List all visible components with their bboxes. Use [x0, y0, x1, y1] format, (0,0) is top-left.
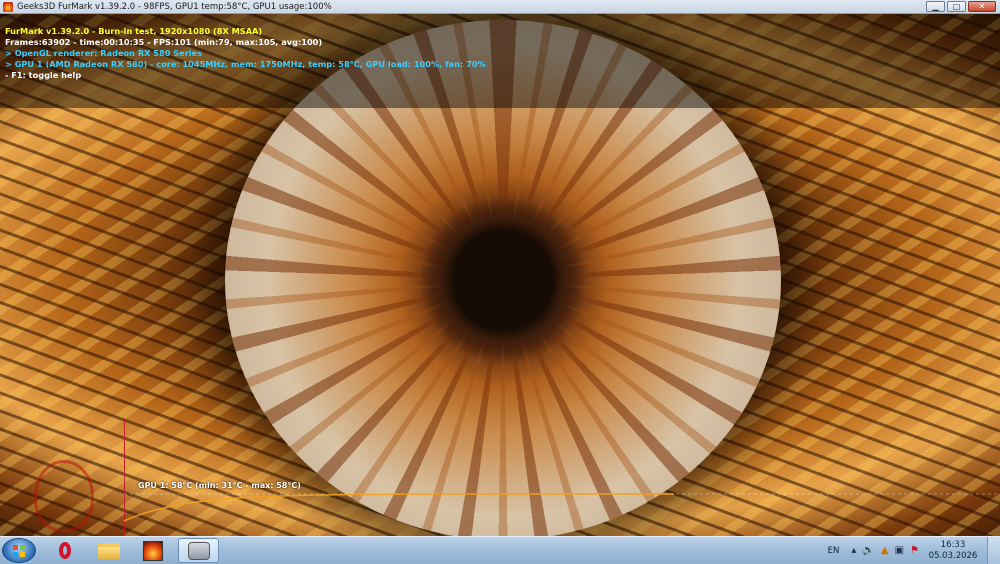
arrow-up-icon[interactable]: ▴ — [851, 545, 856, 556]
network-icon[interactable]: ▣ — [895, 545, 904, 556]
gpu-icon — [187, 541, 210, 560]
osd-line-title: FurMark v1.39.2.0 - Burn-in test, 1920x1… — [5, 26, 263, 36]
show-desktop-button[interactable] — [987, 537, 1000, 564]
window-controls: ▁ □ ✕ — [926, 1, 996, 12]
window-titlebar[interactable]: Geeks3D FurMark v1.39.2.0 - 98FPS, GPU1 … — [0, 0, 1000, 14]
furmark-icon — [142, 540, 163, 561]
clock[interactable]: 16:33 05.03.2026 — [925, 540, 981, 562]
start-button[interactable] — [2, 538, 36, 563]
taskbar: EN ▴ 🔈 ▲ ▣ ⚑ 16:33 05.03.2026 — [0, 536, 1000, 564]
window-title: Geeks3D FurMark v1.39.2.0 - 98FPS, GPU1 … — [17, 1, 332, 12]
minimize-button[interactable]: ▁ — [926, 1, 945, 12]
taskbar-app-furmark[interactable] — [132, 538, 173, 563]
osd-line-frames: Frames:63902 - time:00:10:35 - FPS:101 (… — [5, 37, 323, 47]
windows-logo-icon — [13, 545, 25, 557]
furmark-app-icon — [3, 1, 13, 12]
folder-icon — [97, 542, 120, 559]
volume-icon[interactable]: 🔈 — [862, 545, 874, 556]
opera-icon — [58, 542, 71, 559]
temperature-graph: GPU 1: 58°C (min: 31°C - max: 58°C) — [124, 420, 1000, 536]
clock-time: 16:33 — [940, 539, 966, 550]
taskbar-app-gpu-tool[interactable] — [178, 538, 219, 563]
osd-panel: FurMark v1.39.2.0 - Burn-in test, 1920x1… — [0, 14, 1000, 108]
language-indicator[interactable]: EN — [828, 546, 840, 556]
warning-icon[interactable]: ▲ — [881, 545, 889, 556]
taskbar-app-explorer[interactable] — [88, 538, 129, 563]
taskbar-app-opera[interactable] — [44, 538, 85, 563]
flag-icon[interactable]: ⚑ — [910, 545, 919, 556]
graph-label: GPU 1: 58°C (min: 31°C - max: 58°C) — [138, 481, 301, 490]
osd-line-help: - F1: toggle help — [5, 70, 82, 80]
furmark-watermark-logo — [34, 460, 94, 532]
osd-line-renderer: > OpenGL renderer: Radeon RX 580 Series — [5, 48, 202, 58]
system-tray: EN ▴ 🔈 ▲ ▣ ⚑ 16:33 05.03.2026 — [828, 537, 1000, 564]
temperature-line — [124, 493, 674, 522]
maximize-button[interactable]: □ — [947, 1, 966, 12]
osd-line-gpu: > GPU 1 (AMD Radeon RX 580) - core: 1045… — [5, 59, 486, 69]
clock-date: 05.03.2026 — [928, 550, 978, 561]
temperature-curve — [124, 493, 1000, 522]
close-button[interactable]: ✕ — [968, 1, 996, 12]
